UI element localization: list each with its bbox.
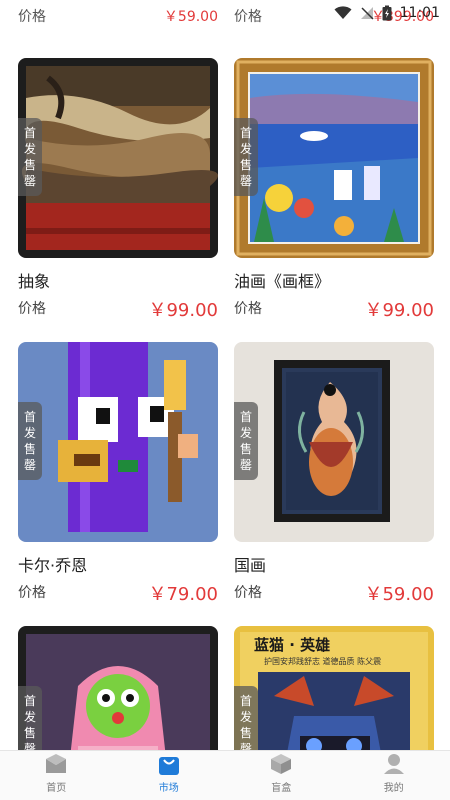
product-image[interactable]: 首发 售罄: [18, 342, 218, 542]
sold-out-badge: 首发 售罄: [234, 118, 258, 196]
battery-charging-icon: [382, 5, 392, 21]
sold-out-badge: 首发 售罄: [234, 402, 258, 480]
tab-home[interactable]: 首页: [0, 751, 113, 800]
price-label: 价格: [18, 301, 46, 317]
price-value: ￥99.00: [148, 300, 218, 321]
tab-label: 首页: [46, 783, 67, 794]
box-icon: [269, 752, 293, 776]
product-title: 卡尔·乔恩: [18, 556, 88, 575]
tab-blind-box[interactable]: 盲盒: [225, 751, 338, 800]
market-screen: 11:01 价格 ￥59.00 价格 ￥399.00 首 发 售 罄 抽象 价格…: [0, 0, 450, 800]
tab-mine[interactable]: 我的: [338, 751, 450, 800]
wifi-icon: [334, 6, 352, 19]
tab-market[interactable]: 市场: [113, 751, 226, 800]
tab-label: 我的: [383, 783, 404, 794]
status-bar: 11:01: [0, 0, 450, 26]
sold-out-badge: 首发 售罄: [18, 402, 42, 480]
sold-out-badge: 首发 售罄: [18, 118, 42, 196]
product-image[interactable]: 首发 售罄: [234, 342, 434, 542]
price-value: ￥59.00: [364, 584, 434, 605]
user-icon: [382, 752, 406, 776]
tab-label: 市场: [158, 783, 179, 794]
product-title: 抽象: [18, 272, 51, 291]
card-heading: 蓝猫 · 英雄: [254, 636, 331, 654]
product-title: 国画: [234, 556, 267, 575]
card-subline: 护国安邦践舒志 道德品质 陈父震: [264, 657, 382, 666]
price-label: 价格: [234, 585, 262, 601]
bottom-tab-bar: 首页 市场 盲盒 我的: [0, 750, 450, 800]
status-time: 11:01: [399, 5, 440, 21]
product-image[interactable]: 首发 售罄: [18, 58, 218, 258]
no-signal-icon: [360, 7, 374, 20]
tab-label: 盲盒: [271, 783, 292, 794]
product-image[interactable]: 首发 售罄: [234, 58, 434, 258]
product-title: 油画《画框》: [234, 272, 331, 291]
shopping-bag-icon: [157, 752, 181, 776]
home-icon: [44, 752, 68, 776]
price-value: ￥99.00: [364, 300, 434, 321]
price-label: 价格: [234, 301, 262, 317]
price-value: ￥79.00: [148, 584, 218, 605]
price-label: 价格: [18, 585, 46, 601]
